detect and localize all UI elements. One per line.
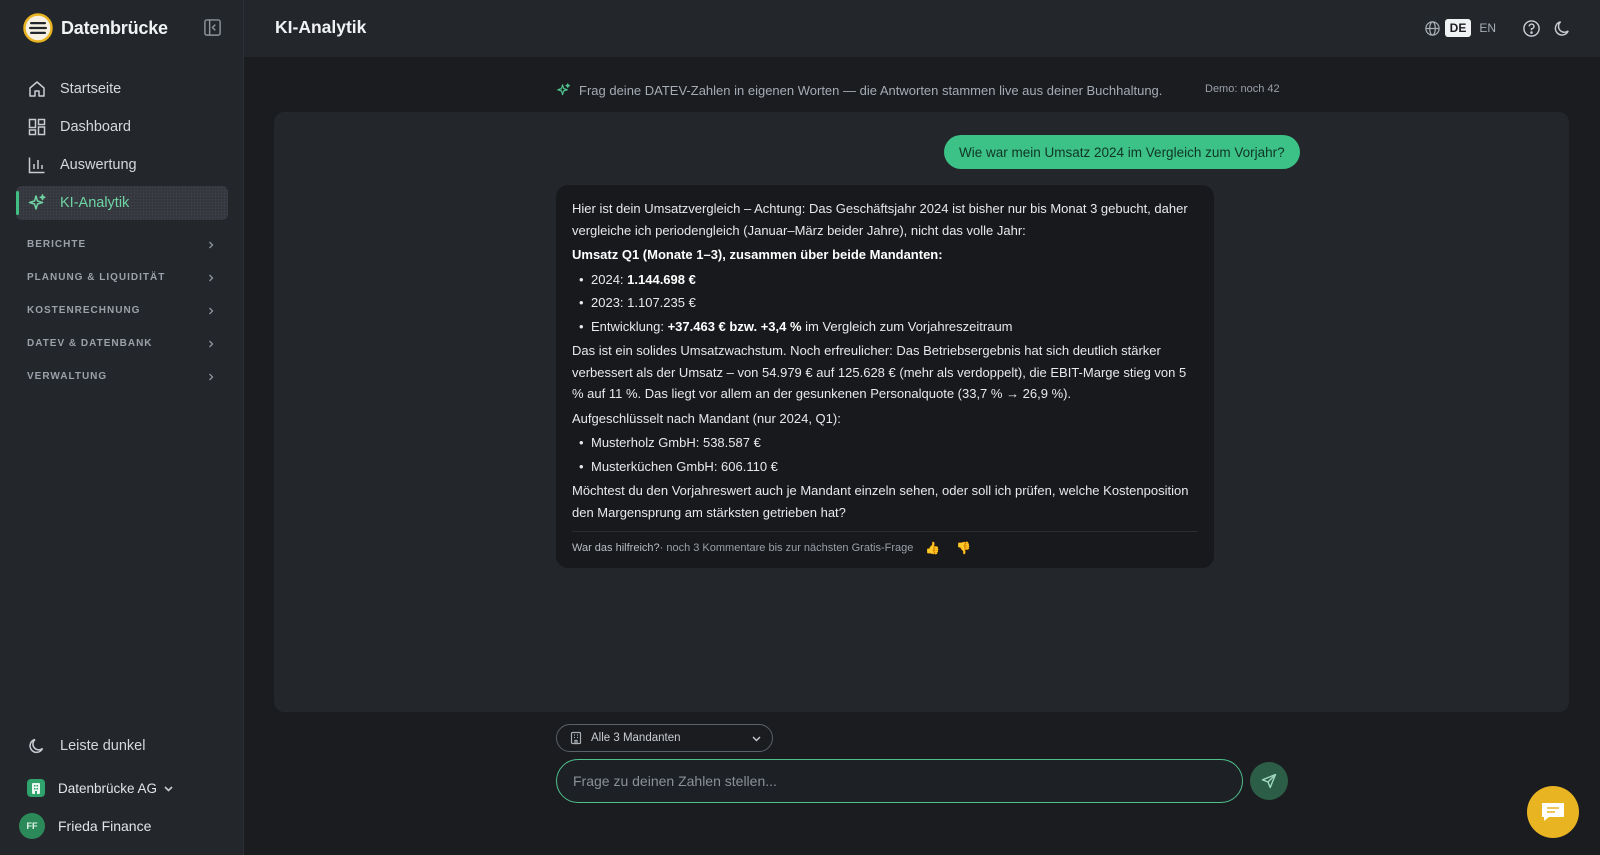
thumbs-up-button[interactable]: 👍 — [925, 538, 940, 560]
chevron-right-icon — [209, 373, 214, 380]
user-name: Frieda Finance — [58, 818, 152, 834]
collapse-sidebar-icon[interactable] — [203, 18, 222, 37]
app-name: Datenbrücke — [61, 17, 168, 38]
answer-paragraph: Das ist ein solides Umsatzwachstum. Noch… — [572, 343, 1187, 401]
info-hint: Frag deine DATEV-Zahlen in eigenen Worte… — [556, 81, 1162, 99]
chevron-down-icon — [752, 736, 761, 742]
answer-heading-text: Umsatz Q1 (Monate 1–3), zusammen über be… — [572, 247, 943, 262]
nav-sections: BERICHTE PLANUNG & LIQUIDITÄT KOSTENRECH… — [16, 228, 228, 393]
send-icon — [1261, 773, 1277, 789]
brand[interactable]: Datenbrücke — [23, 13, 168, 43]
main-nav: Startseite Dashboard Auswertung KI-Analy… — [16, 72, 228, 224]
hint-text: Frag deine DATEV-Zahlen in eigenen Worte… — [579, 82, 1163, 98]
logo-icon — [23, 13, 53, 43]
nav-item-ki-analytik[interactable]: KI-Analytik — [16, 186, 228, 220]
chevron-right-icon — [209, 274, 214, 281]
user-message-text: Wie war mein Umsatz 2024 im Vergleich zu… — [959, 144, 1285, 160]
answer-heading: Umsatz Q1 (Monate 1–3), zusammen über be… — [572, 244, 1198, 266]
chevron-right-icon — [209, 241, 214, 248]
bullet-value: +37.463 € bzw. +3,4 % — [667, 318, 802, 334]
top-actions: DE EN — [1424, 17, 1572, 39]
user-menu[interactable]: FF Frieda Finance — [16, 809, 228, 843]
sparkles-icon — [28, 194, 46, 210]
page-title: KI-Analytik — [275, 17, 367, 37]
help-icon[interactable] — [1522, 19, 1541, 38]
mandant-select-value: Alle 3 Mandanten — [591, 732, 681, 744]
nav-item-startseite[interactable]: Startseite — [16, 72, 228, 106]
section-planung[interactable]: PLANUNG & LIQUIDITÄT — [16, 261, 228, 294]
chat-support-button[interactable] — [1527, 786, 1579, 838]
send-button[interactable] — [1250, 762, 1288, 800]
section-berichte[interactable]: BERICHTE — [16, 228, 228, 261]
top-bar: KI-Analytik DE EN — [244, 0, 1600, 57]
list-item: 2023: 1.107.235 € — [572, 292, 1198, 314]
sparkles-icon — [557, 82, 571, 95]
company-switcher[interactable]: Datenbrücke AG — [16, 771, 228, 805]
nav-item-auswertung[interactable]: Auswertung — [16, 148, 228, 182]
section-label: BERICHTE — [27, 239, 87, 250]
answer-list: 2024: 1.144.698 € 2023: 1.107.235 € Entw… — [572, 269, 1198, 338]
section-kostenrechnung[interactable]: KOSTENRECHNUNG — [16, 294, 228, 327]
answer-paragraph: Aufgeschlüsselt nach Mandant (nur 2024, … — [572, 410, 841, 426]
section-label: DATEV & DATENBANK — [27, 338, 153, 349]
avatar: FF — [19, 813, 45, 839]
building-icon — [27, 779, 45, 797]
list-item: Musterholz GmbH: 538.587 € — [572, 432, 1198, 454]
lang-de-button[interactable]: DE — [1444, 19, 1472, 37]
sidebar: Datenbrücke Startseite Dashboard Auswert… — [0, 0, 244, 855]
chat-input[interactable] — [556, 759, 1243, 803]
mandant-list: Musterholz GmbH: 538.587 € Musterküchen … — [572, 432, 1198, 477]
nav-label: KI-Analytik — [60, 195, 130, 211]
thumbs-down-button[interactable]: 👎 — [956, 538, 971, 560]
section-label: VERWALTUNG — [27, 371, 108, 382]
bar-chart-icon — [28, 157, 45, 174]
sidebar-theme-toggle[interactable]: Leiste dunkel — [16, 729, 228, 763]
answer-intro: Hier ist dein Umsatzvergleich – Achtung:… — [572, 201, 1188, 238]
building-icon — [570, 731, 582, 745]
demo-counter: Demo: noch 42 — [1205, 83, 1280, 95]
feedback-note: · noch 3 Kommentare bis zur nächsten Gra… — [659, 542, 914, 554]
nav-label: Startseite — [60, 81, 122, 97]
bullet-label: Entwicklung: — [591, 318, 668, 334]
section-label: KOSTENRECHNUNG — [27, 305, 141, 316]
chevron-right-icon — [209, 307, 214, 314]
section-label: PLANUNG & LIQUIDITÄT — [27, 272, 166, 283]
bullet-tail: im Vergleich zum Vorjahreszeitraum — [801, 318, 1013, 334]
mandant-select[interactable]: Alle 3 Mandanten — [556, 724, 773, 752]
user-message: Wie war mein Umsatz 2024 im Vergleich zu… — [944, 135, 1300, 169]
lang-en-button[interactable]: EN — [1479, 21, 1496, 35]
theme-toggle-label: Leiste dunkel — [60, 738, 146, 754]
company-name: Datenbrücke AG — [58, 780, 158, 796]
grid-icon — [28, 118, 46, 136]
list-item: Musterküchen GmbH: 606.110 € — [572, 456, 1198, 478]
feedback-question: War das hilfreich? — [572, 542, 660, 554]
list-item: 2024: 1.144.698 € — [572, 269, 1198, 291]
assistant-message: Hier ist dein Umsatzvergleich – Achtung:… — [556, 185, 1214, 568]
nav-item-dashboard[interactable]: Dashboard — [16, 110, 228, 144]
bullet-value: 1.144.698 € — [627, 271, 696, 287]
home-icon — [29, 81, 45, 97]
nav-label: Auswertung — [60, 157, 137, 173]
section-verwaltung[interactable]: VERWALTUNG — [16, 360, 228, 393]
section-datev[interactable]: DATEV & DATENBANK — [16, 327, 228, 360]
chevron-right-icon — [209, 340, 214, 347]
answer-closing: Möchtest du den Vorjahreswert auch je Ma… — [572, 483, 1189, 520]
chat-bubble-icon — [1542, 803, 1564, 821]
globe-icon — [1424, 20, 1440, 36]
feedback-bar: War das hilfreich? · noch 3 Kommentare b… — [572, 531, 1198, 560]
chevron-down-icon — [164, 785, 173, 792]
bullet-label: 2024: — [591, 271, 628, 287]
moon-icon — [29, 738, 44, 754]
list-item: Entwicklung: +37.463 € bzw. +3,4 % im Ve… — [572, 316, 1198, 338]
nav-label: Dashboard — [60, 119, 131, 135]
moon-icon[interactable] — [1553, 19, 1572, 38]
